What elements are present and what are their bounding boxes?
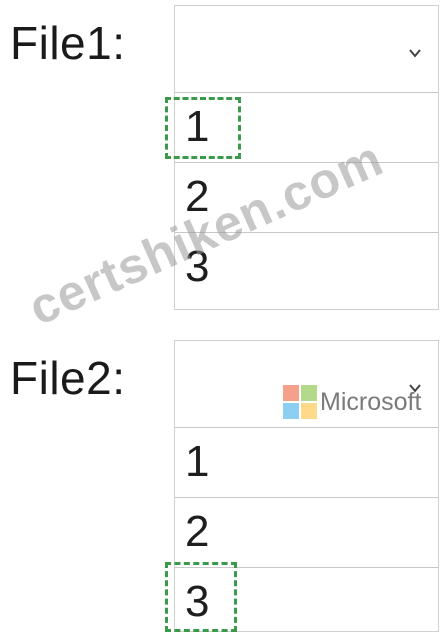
microsoft-logo-icon (283, 385, 317, 419)
microsoft-logo: Microsoft (283, 385, 421, 419)
file2-option[interactable]: 1 (175, 428, 438, 498)
selection-marker (165, 562, 237, 632)
file2-option[interactable]: 2 (175, 498, 438, 568)
chevron-down-icon (409, 49, 421, 58)
logo-square (301, 385, 317, 401)
file2-label: File2: (10, 352, 126, 404)
logo-square (283, 385, 299, 401)
option-label: 2 (185, 507, 210, 556)
file1-label: File1: (10, 17, 126, 69)
selection-marker (165, 97, 241, 159)
file1-dropdown-header[interactable] (175, 6, 438, 93)
logo-square (301, 403, 317, 419)
microsoft-logo-text: Microsoft (320, 387, 422, 416)
logo-square (283, 403, 299, 419)
option-label: 1 (185, 437, 210, 486)
